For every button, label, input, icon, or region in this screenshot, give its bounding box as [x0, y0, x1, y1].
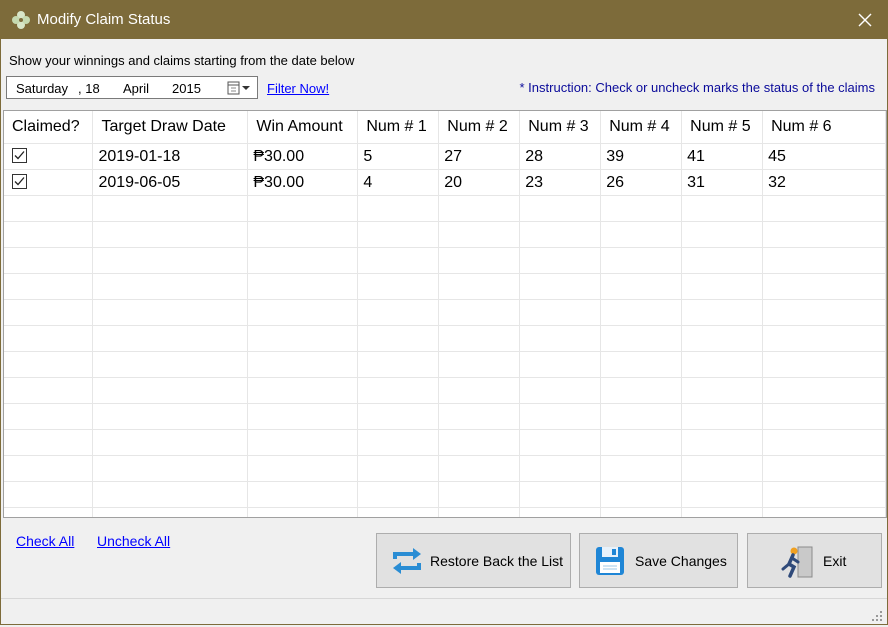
empty-row [4, 351, 886, 378]
empty-row [4, 377, 886, 404]
restore-label: Restore Back the List [430, 553, 564, 569]
col-header-win-amount[interactable]: Win Amount [247, 111, 359, 144]
date-weekday[interactable]: Saturday [16, 81, 68, 96]
draw-date-cell: 2019-01-18 [92, 143, 249, 170]
floppy-disk-icon [594, 545, 626, 580]
num1-cell: 4 [357, 169, 440, 196]
filter-description: Show your winnings and claims starting f… [9, 53, 355, 68]
win-amount-cell: ₱30.00 [247, 169, 359, 196]
num1-cell: 5 [357, 143, 440, 170]
checkmark-icon [14, 150, 25, 159]
claimed-checkbox[interactable] [12, 147, 27, 163]
empty-row [4, 325, 886, 352]
empty-row [4, 455, 886, 482]
draw-date-cell: 2019-06-05 [92, 169, 249, 196]
resize-grip-icon[interactable] [871, 609, 883, 621]
filter-now-link[interactable]: Filter Now! [267, 81, 329, 96]
check-all-link[interactable]: Check All [16, 533, 74, 549]
calendar-dropdown-icon[interactable] [226, 80, 254, 96]
title-bar: Modify Claim Status [1, 1, 887, 39]
col-header-claimed[interactable]: Claimed? [4, 111, 94, 144]
window-title: Modify Claim Status [37, 11, 171, 28]
empty-row [4, 403, 886, 430]
claimed-checkbox[interactable] [12, 173, 27, 189]
col-header-num2[interactable]: Num # 2 [438, 111, 521, 144]
empty-row [4, 481, 886, 508]
table-row[interactable]: 2019-06-05 ₱30.00 4 20 23 26 31 32 [4, 169, 886, 196]
claimed-cell[interactable] [4, 143, 94, 170]
empty-row [4, 221, 886, 248]
num4-cell: 39 [600, 143, 683, 170]
empty-row [4, 507, 886, 517]
num2-cell: 20 [438, 169, 521, 196]
num4-cell: 26 [600, 169, 683, 196]
claimed-cell[interactable] [4, 169, 94, 196]
empty-row [4, 429, 886, 456]
col-header-num6[interactable]: Num # 6 [762, 111, 886, 144]
clover-icon [11, 10, 31, 30]
running-exit-icon [780, 545, 814, 582]
exit-button[interactable]: Exit [747, 533, 882, 588]
col-header-num4[interactable]: Num # 4 [600, 111, 683, 144]
exit-label: Exit [823, 553, 847, 569]
close-button[interactable] [843, 1, 887, 39]
num5-cell: 31 [681, 169, 764, 196]
header-row: Claimed? Target Draw Date Win Amount Num… [4, 111, 886, 144]
uncheck-all-link[interactable]: Uncheck All [97, 533, 170, 549]
num6-cell: 45 [762, 143, 886, 170]
empty-row [4, 195, 886, 222]
num3-cell: 23 [519, 169, 602, 196]
start-date-picker[interactable]: Saturday , 18 April 2015 [6, 76, 258, 99]
table-row[interactable]: 2019-01-18 ₱30.00 5 27 28 39 41 45 [4, 143, 886, 170]
save-label: Save Changes [635, 553, 727, 569]
col-header-num3[interactable]: Num # 3 [519, 111, 602, 144]
num3-cell: 28 [519, 143, 602, 170]
modify-claim-status-window: Modify Claim Status Show your winnings a… [0, 0, 888, 625]
date-month[interactable]: April [123, 81, 149, 96]
restore-list-button[interactable]: Restore Back the List [376, 533, 571, 588]
col-header-num5[interactable]: Num # 5 [681, 111, 764, 144]
num5-cell: 41 [681, 143, 764, 170]
empty-row [4, 273, 886, 300]
num6-cell: 32 [762, 169, 886, 196]
refresh-arrows-icon [391, 545, 423, 580]
checkmark-icon [14, 176, 25, 185]
claims-grid[interactable]: Claimed? Target Draw Date Win Amount Num… [3, 110, 887, 518]
date-day[interactable]: , 18 [78, 81, 100, 96]
col-header-target-draw-date[interactable]: Target Draw Date [92, 111, 249, 144]
win-amount-cell: ₱30.00 [247, 143, 359, 170]
num2-cell: 27 [438, 143, 521, 170]
status-bar [1, 598, 887, 625]
col-header-num1[interactable]: Num # 1 [357, 111, 440, 144]
empty-row [4, 299, 886, 326]
date-year[interactable]: 2015 [172, 81, 201, 96]
close-icon [858, 13, 872, 27]
claims-table: Claimed? Target Draw Date Win Amount Num… [4, 111, 886, 517]
save-changes-button[interactable]: Save Changes [579, 533, 738, 588]
empty-row [4, 247, 886, 274]
instruction-text: * Instruction: Check or uncheck marks th… [519, 80, 875, 95]
